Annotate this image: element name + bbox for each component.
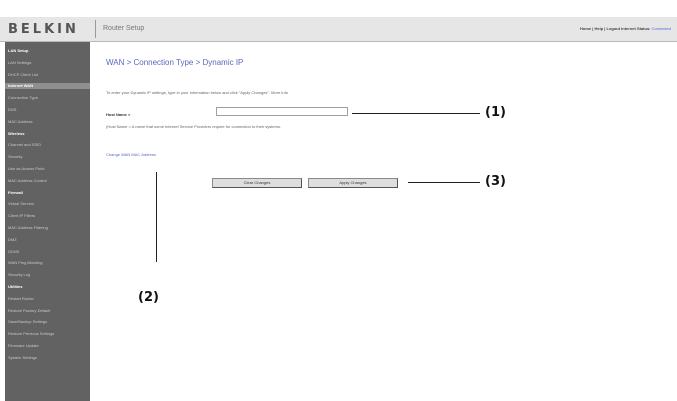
- sidebar-item-security-log[interactable]: Security Log: [8, 272, 30, 278]
- callout-1-label: (1): [485, 105, 506, 120]
- sidebar-item-security[interactable]: Security: [8, 154, 22, 160]
- callout-2-label: (2): [138, 290, 159, 305]
- sidebar-item-mac-address-filtering[interactable]: MAC Address Filtering: [8, 225, 48, 231]
- sidebar-item-wan-ping-blocking[interactable]: WAN Ping Blocking: [8, 260, 43, 266]
- callout-1-line: [352, 113, 480, 114]
- top-nav-links: Home | Help | Logout Internet Status: Co…: [580, 26, 671, 31]
- sidebar-item-channel-and-ssid[interactable]: Channel and SSID: [8, 142, 41, 148]
- internet-status-label: Internet Status:: [621, 26, 651, 31]
- callout-3-label: (3): [485, 174, 506, 189]
- internet-status-value[interactable]: Connected: [652, 26, 671, 31]
- callout-2-line: [156, 172, 157, 262]
- callout-3-line: [408, 182, 480, 183]
- sidebar-item-dns[interactable]: DNS: [8, 107, 16, 113]
- sidebar-item-system-settings[interactable]: System Settings: [8, 355, 37, 361]
- sidebar-item-firmware-update[interactable]: Firmware Update: [8, 343, 39, 349]
- sidebar-heading-lan-setup: LAN Setup: [8, 48, 29, 53]
- home-help-logout-links[interactable]: Home | Help | Logout: [580, 26, 620, 31]
- belkin-logo: BELKIN: [8, 22, 79, 37]
- sidebar-item-restart-router[interactable]: Restart Router: [8, 296, 34, 302]
- intro-text: To enter your Dynamic IP settings, type …: [106, 90, 288, 95]
- sidebar-item-restore-factory-default[interactable]: Restore Factory Default: [8, 308, 50, 314]
- sidebar-heading-utilities: Utilities: [8, 284, 23, 289]
- host-name-input[interactable]: [216, 107, 348, 116]
- header-divider: [95, 20, 96, 38]
- sidebar-heading-wireless: Wireless: [8, 130, 25, 136]
- sidebar-item-mac-address-control[interactable]: MAC Address Control: [8, 178, 46, 184]
- host-name-label: Host Name >: [106, 112, 131, 117]
- sidebar-item-ddns[interactable]: DDNS: [8, 249, 19, 255]
- sidebar-heading-firewall: Firewall: [8, 189, 23, 195]
- sidebar-item-lan-settings[interactable]: LAN Settings: [8, 60, 31, 66]
- sidebar-item-use-as-access-point[interactable]: Use as Access Point: [8, 166, 44, 172]
- app-title: Router Setup: [103, 25, 145, 32]
- sidebar-item-mac-address[interactable]: MAC Address: [8, 119, 32, 125]
- sidebar-item-dmz[interactable]: DMZ: [8, 237, 17, 243]
- clear-changes-button[interactable]: Clear Changes: [212, 178, 302, 188]
- sidebar-item-internet-wan[interactable]: Internet WAN: [5, 83, 90, 90]
- change-wan-mac-link[interactable]: Change WAN MAC Address: [106, 152, 156, 157]
- sidebar-nav: LAN Setup LAN Settings DHCP Client List Int…: [5, 42, 90, 401]
- sidebar-item-connection-type[interactable]: Connection Type: [8, 95, 38, 101]
- sidebar-item-client-ip-filters[interactable]: Client IP Filters: [8, 213, 35, 219]
- apply-changes-button[interactable]: Apply Changes: [308, 178, 398, 188]
- host-name-note: (Host Name = A name that some Internet S…: [106, 124, 282, 129]
- page-title: WAN > Connection Type > Dynamic IP: [106, 58, 244, 67]
- sidebar-item-save-backup-settings[interactable]: Save/Backup Settings: [8, 319, 47, 325]
- sidebar-item-virtual-servers[interactable]: Virtual Servers: [8, 201, 34, 207]
- sidebar-item-dhcp-client-list[interactable]: DHCP Client List: [8, 72, 38, 78]
- main-content: WAN > Connection Type > Dynamic IP To en…: [92, 42, 677, 401]
- sidebar-item-restore-previous-settings[interactable]: Restore Previous Settings: [8, 331, 54, 337]
- header-bar: BELKIN Router Setup: [0, 17, 677, 42]
- router-setup-screen: BELKIN Router Setup Home | Help | Logout…: [0, 0, 677, 401]
